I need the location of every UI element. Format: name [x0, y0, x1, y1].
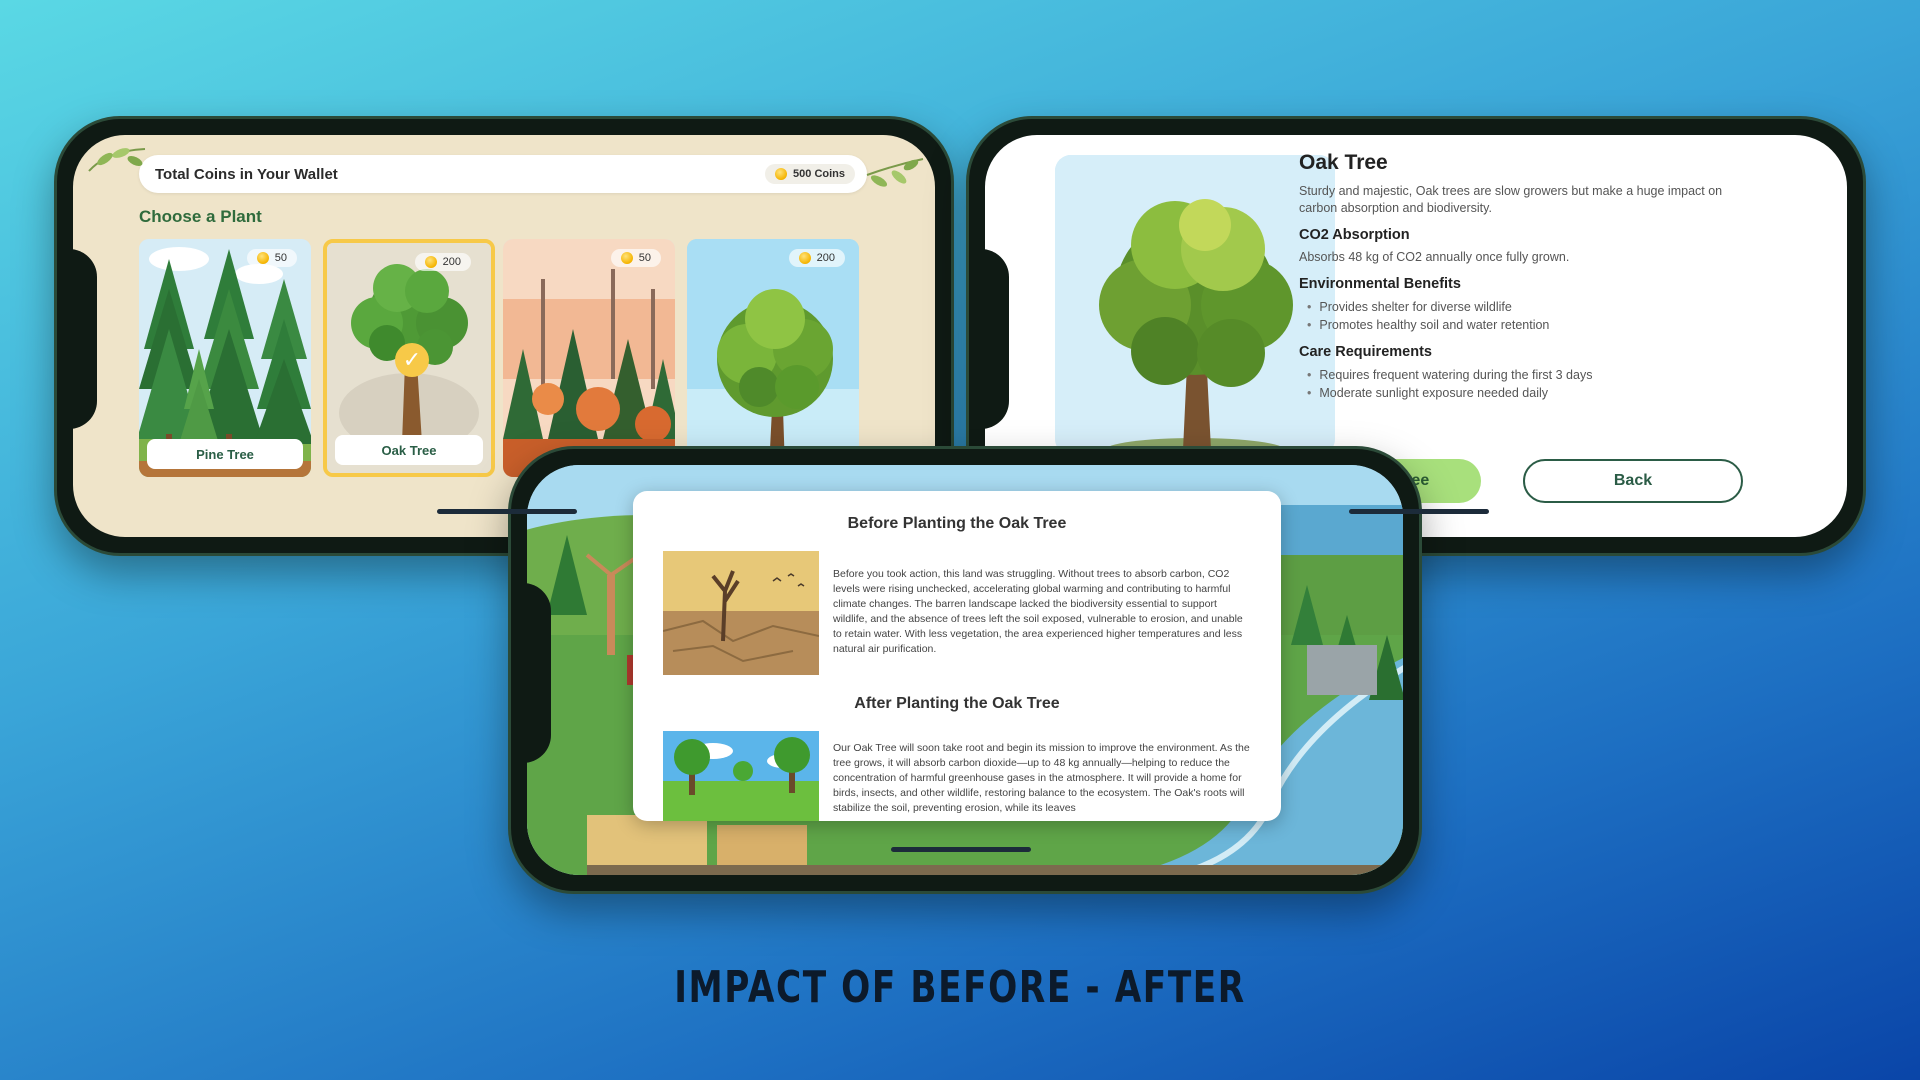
home-indicator	[891, 847, 1031, 852]
plant-card-oak[interactable]: 200 ✓ Oak Tree	[323, 239, 495, 477]
home-indicator	[437, 509, 577, 514]
oak-tree-illustration	[1055, 155, 1335, 455]
wallet-bar: Total Coins in Your Wallet 500 Coins	[139, 155, 867, 193]
wallet-coins-badge: 500 Coins	[765, 164, 855, 184]
phone-notch	[969, 249, 1009, 429]
coin-icon	[798, 252, 811, 264]
plant-title: Oak Tree	[1299, 151, 1388, 174]
plant-price-badge: 50	[246, 249, 297, 267]
care-requirements-heading: Care Requirements	[1299, 344, 1432, 360]
oak-tree-image	[1055, 155, 1335, 455]
coin-icon	[424, 256, 437, 268]
list-item: Requires frequent watering during the fi…	[1307, 366, 1759, 384]
plant-price: 50	[274, 252, 287, 264]
plant-detail-text: Oak Tree Sturdy and majestic, Oak trees …	[1299, 151, 1759, 402]
plant-name-label: Pine Tree	[147, 439, 303, 469]
after-description: Our Oak Tree will soon take root and beg…	[833, 742, 1250, 814]
back-button[interactable]: Back	[1523, 459, 1743, 503]
phone-notch	[57, 249, 97, 429]
coin-icon	[620, 252, 633, 264]
round-tree-illustration	[687, 239, 859, 477]
leaf-decoration-icon	[88, 148, 146, 172]
plant-card-autumn-forest[interactable]: 50	[503, 239, 675, 477]
before-description: Before you took action, this land was st…	[833, 568, 1243, 655]
wallet-title: Total Coins in Your Wallet	[155, 165, 338, 183]
plant-price-badge: 50	[610, 249, 661, 267]
plant-card-pine[interactable]: 50 Pine Tree	[139, 239, 311, 477]
green-land-image	[663, 731, 819, 821]
coin-icon	[256, 252, 269, 264]
environmental-benefits-heading: Environmental Benefits	[1299, 276, 1461, 292]
plant-price-badge: 200	[788, 249, 845, 267]
plant-price-badge: 200	[414, 253, 471, 271]
after-title: After Planting the Oak Tree	[854, 695, 1060, 712]
autumn-forest-illustration	[503, 239, 675, 477]
before-title: Before Planting the Oak Tree	[847, 515, 1067, 532]
plant-card-round-tree[interactable]: 200	[687, 239, 859, 477]
coin-icon	[775, 168, 788, 180]
environmental-benefits-list: Provides shelter for diverse wildlife Pr…	[1299, 298, 1759, 334]
impact-caption: IMPACT OF BEFORE - AFTER	[674, 962, 1246, 1013]
phone-notch	[511, 583, 551, 763]
barren-land-illustration	[663, 551, 819, 675]
home-indicator	[1349, 509, 1489, 514]
wallet-coins-value: 500 Coins	[793, 168, 845, 180]
care-requirements-list: Requires frequent watering during the fi…	[1299, 366, 1759, 402]
leaf-decoration-icon	[866, 158, 924, 187]
co2-text: Absorbs 48 kg of CO2 annually once fully…	[1299, 250, 1570, 264]
barren-land-image	[663, 551, 819, 675]
plant-price: 200	[816, 252, 835, 264]
plant-price: 200	[442, 256, 461, 268]
list-item: Moderate sunlight exposure needed daily	[1307, 384, 1759, 402]
choose-plant-heading: Choose a Plant	[139, 207, 262, 226]
plant-description: Sturdy and majestic, Oak trees are slow …	[1299, 184, 1723, 215]
phone-impact: Before Planting the Oak Tree Before you …	[508, 446, 1422, 894]
impact-screen: Before Planting the Oak Tree Before you …	[527, 465, 1403, 875]
impact-modal: Before Planting the Oak Tree Before you …	[633, 491, 1281, 821]
plant-price: 50	[638, 252, 651, 264]
checkmark-icon: ✓	[395, 343, 429, 377]
plant-name-label: Oak Tree	[335, 435, 483, 465]
list-item: Promotes healthy soil and water retentio…	[1307, 316, 1759, 334]
list-item: Provides shelter for diverse wildlife	[1307, 298, 1759, 316]
green-land-illustration	[663, 731, 819, 821]
co2-heading: CO2 Absorption	[1299, 227, 1410, 243]
